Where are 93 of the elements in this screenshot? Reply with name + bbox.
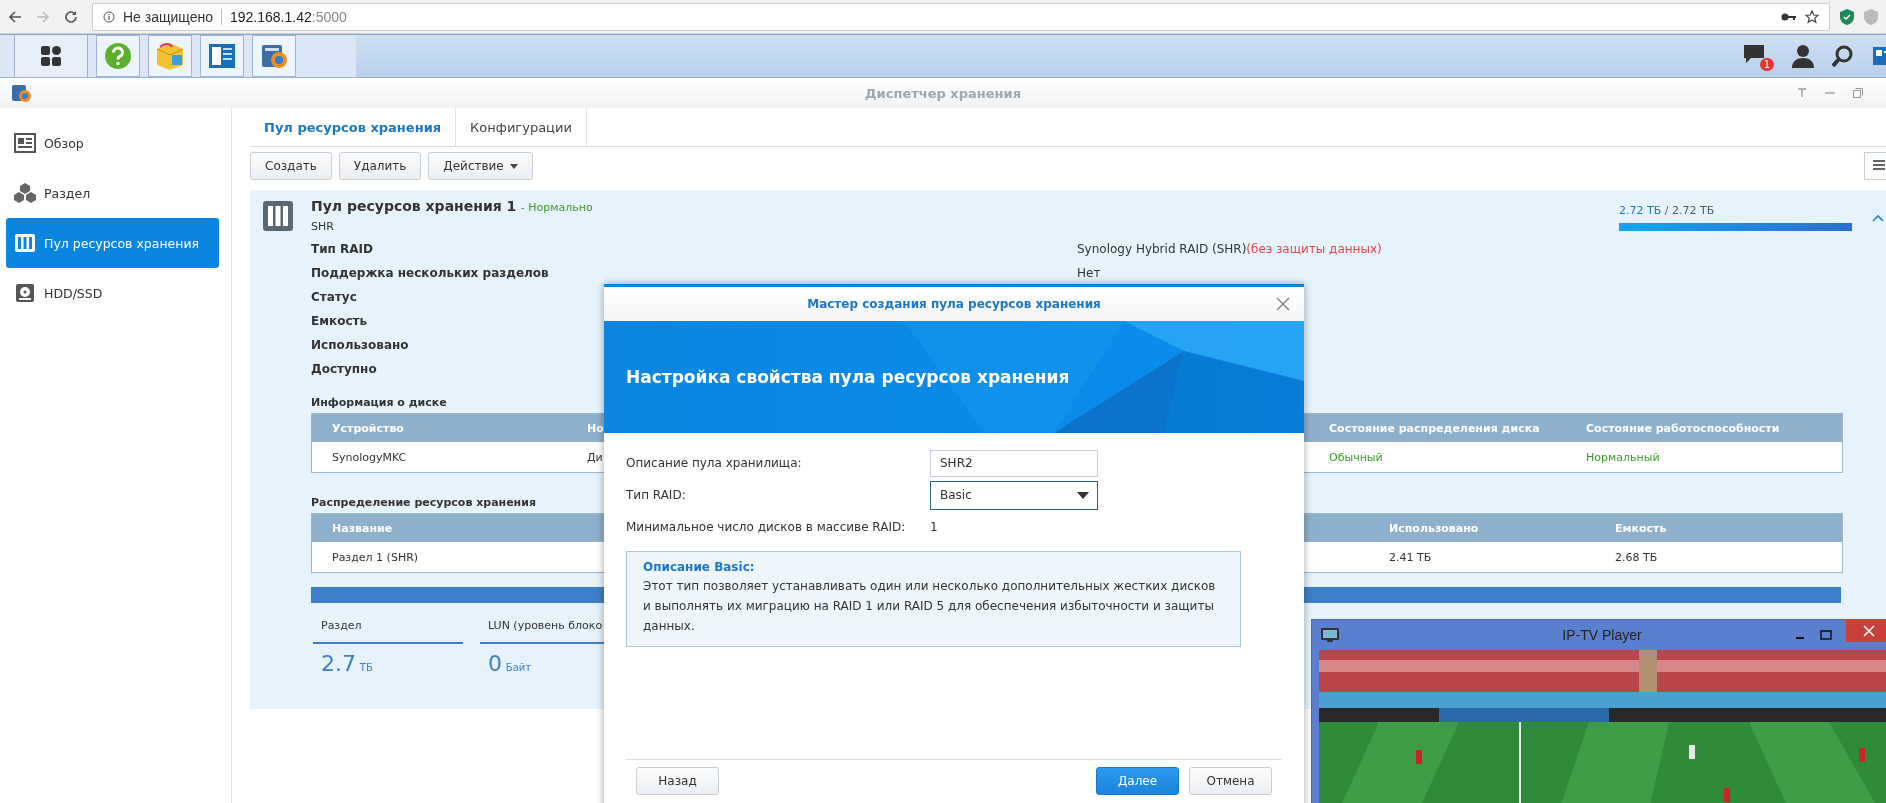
detail-label: Статус xyxy=(311,290,357,304)
detail-label: Тип RAID xyxy=(311,242,373,256)
dropdown-arrow-icon xyxy=(1077,491,1089,499)
pool-icon xyxy=(14,233,36,253)
dialog-button[interactable]: Назад xyxy=(636,767,719,795)
close-button[interactable] xyxy=(1846,620,1886,642)
reload-icon[interactable] xyxy=(64,9,78,24)
info-title: Описание Basic: xyxy=(643,560,756,574)
dialog-button[interactable]: Отмена xyxy=(1189,767,1272,795)
toolbar-button[interactable]: Удалить xyxy=(338,152,422,180)
table-cell: SynologyMKC xyxy=(332,450,407,464)
taskbar-app-button[interactable] xyxy=(200,35,244,77)
detail-value: Synology Hybrid RAID (SHR)(без защиты данных) xyxy=(1077,242,1383,256)
back-icon[interactable] xyxy=(8,9,22,24)
column-header: Состояние распределения диска xyxy=(1329,421,1540,435)
cubes-icon xyxy=(14,183,36,203)
grid-icon xyxy=(40,45,62,67)
column-header: Устройство xyxy=(332,421,404,435)
notifications-button[interactable]: 1 xyxy=(1742,41,1774,71)
field-label: Минимальное число дисков в массиве RAID: xyxy=(626,520,907,534)
maximize-icon[interactable] xyxy=(1852,87,1864,99)
stat-value: 2.7 ТБ xyxy=(321,651,374,676)
detail-label: Использовано xyxy=(311,338,409,352)
player-title: IP-TV Player xyxy=(1562,627,1642,643)
address-bar[interactable]: Не защищено 192.168.1.42:5000 xyxy=(92,2,1830,31)
dialog-heading: Настройка свойства пула ресурсов хранения xyxy=(626,367,1070,387)
section-title: Информация о диске xyxy=(311,395,447,411)
package-icon xyxy=(154,41,186,71)
detail-label: Емкость xyxy=(311,314,368,328)
caret-icon xyxy=(509,163,518,169)
help-icon xyxy=(103,41,133,71)
maximize-icon[interactable] xyxy=(1820,629,1832,641)
window-title: Диспетчер хранения xyxy=(865,85,1021,101)
stat-label: LUN (уровень блоко xyxy=(488,619,604,633)
field-value: 1 xyxy=(930,520,938,534)
list-icon xyxy=(1872,158,1885,171)
toolbar-button[interactable]: Создать xyxy=(250,152,332,180)
table-cell: Раздел 1 (SHR) xyxy=(332,550,419,564)
field-label: Тип RAID: xyxy=(626,488,687,502)
pool-icon xyxy=(262,200,294,232)
description-field[interactable]: SHR2 xyxy=(930,449,1098,477)
table-cell: Обычный xyxy=(1329,450,1383,464)
overview-icon xyxy=(14,133,36,153)
taskbar-app-button[interactable] xyxy=(252,35,296,77)
sidebar-item[interactable]: Раздел xyxy=(6,168,219,218)
detail-value: Нет xyxy=(1077,266,1102,280)
sidebar-item[interactable]: Обзор xyxy=(6,118,219,168)
close-icon[interactable] xyxy=(1276,297,1290,311)
tv-icon xyxy=(1320,627,1340,643)
pool-raid-type: SHR xyxy=(311,220,335,233)
sidebar-item[interactable]: Пул ресурсов хранения xyxy=(6,218,219,268)
user-icon[interactable] xyxy=(1792,44,1814,68)
main-menu-button[interactable] xyxy=(14,35,88,77)
taskbar-app-button[interactable] xyxy=(148,35,192,77)
view-menu-button[interactable] xyxy=(1864,152,1886,180)
column-header: Название xyxy=(332,521,393,535)
info-icon xyxy=(103,10,115,23)
close-icon xyxy=(1863,625,1875,637)
column-header: Емкость xyxy=(1615,521,1667,535)
capacity-text: 2.72 ТБ / 2.72 ТБ xyxy=(1619,204,1716,217)
section-title: Распределение ресурсов хранения xyxy=(311,495,536,511)
star-icon[interactable] xyxy=(1805,9,1819,24)
chat-icon xyxy=(1742,43,1766,65)
pool-title: Пул ресурсов хранения 1 - Нормально xyxy=(311,198,593,214)
detail-label: Доступно xyxy=(311,362,377,376)
sidebar-item[interactable]: HDD/SSD xyxy=(6,268,219,318)
tab[interactable]: Конфигурации xyxy=(456,108,587,146)
dialog-title: Мастер создания пула ресурсов хранения xyxy=(807,297,1101,311)
table-cell: Ди xyxy=(587,450,603,464)
column-header: Но xyxy=(587,421,604,435)
detail-label: Поддержка нескольких разделов xyxy=(311,266,549,280)
notification-badge: 1 xyxy=(1759,58,1774,71)
table-cell: Нормальный xyxy=(1586,450,1660,464)
shield-icon[interactable] xyxy=(1840,8,1854,25)
column-header: Состояние работоспособности xyxy=(1586,421,1780,435)
table-cell: 2.68 ТБ xyxy=(1615,550,1658,564)
control-panel-icon xyxy=(207,41,237,71)
taskbar-app-button[interactable] xyxy=(96,35,140,77)
chevron-icon[interactable] xyxy=(1872,214,1884,222)
tab[interactable]: Пул ресурсов хранения xyxy=(250,108,457,146)
security-label: Не защищено xyxy=(123,8,213,25)
column-header: Использовано xyxy=(1389,521,1479,535)
app-icon xyxy=(10,82,32,104)
stat-value: 0 Байт xyxy=(488,651,533,676)
search-icon[interactable] xyxy=(1832,45,1854,67)
field-label: Описание пула хранилища: xyxy=(626,456,803,470)
url-text: 192.168.1.42:5000 xyxy=(230,8,347,25)
info-text: Этот тип позволяет устанавливать один или несколько дополнительных жестких дисков и выполнять их миграцию на RAID 1 или RAID 5 для обеспечения избыточности и защиты данных. xyxy=(643,578,1217,635)
table-cell: 2.41 ТБ xyxy=(1389,550,1432,564)
stat-label: Раздел xyxy=(321,619,363,633)
toolbar-button[interactable]: Действие xyxy=(428,152,533,180)
raid-type-dropdown[interactable]: Basic xyxy=(930,480,1098,510)
key-icon[interactable] xyxy=(1781,11,1797,22)
